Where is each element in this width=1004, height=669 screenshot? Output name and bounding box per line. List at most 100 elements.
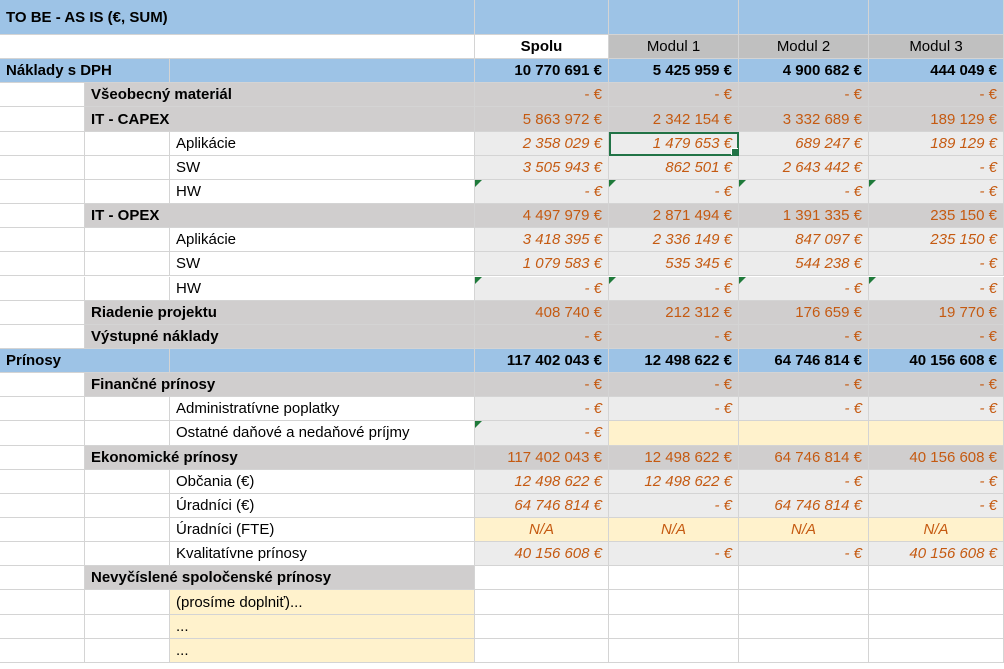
value-cell[interactable]	[739, 590, 869, 615]
indent-cell[interactable]	[0, 493, 85, 518]
value-cell[interactable]: 847 097 €	[739, 228, 869, 253]
indent-cell[interactable]	[85, 397, 170, 422]
value-cell[interactable]	[609, 638, 739, 663]
title-band-cell[interactable]	[869, 0, 1004, 35]
group-label[interactable]: Ekonomické prínosy	[85, 445, 475, 470]
value-cell[interactable]: - €	[869, 155, 1004, 180]
value-cell[interactable]: - €	[739, 324, 869, 349]
value-cell[interactable]: - €	[475, 421, 609, 446]
section-total-cell[interactable]: 4 900 682 €	[739, 59, 869, 84]
value-cell[interactable]: 5 863 972 €	[475, 107, 609, 132]
group-label[interactable]: Nevyčíslené spoločenské prínosy	[85, 566, 475, 591]
value-cell[interactable]: 2 871 494 €	[609, 204, 739, 229]
section-total-cell[interactable]: 117 402 043 €	[475, 348, 609, 374]
value-cell[interactable]: 3 332 689 €	[739, 107, 869, 132]
value-cell[interactable]: - €	[475, 276, 609, 301]
value-cell[interactable]: 212 312 €	[609, 300, 739, 325]
value-cell[interactable]: 64 746 814 €	[739, 493, 869, 518]
item-label[interactable]: Úradníci (€)	[170, 493, 475, 518]
item-label[interactable]: Ostatné daňové a nedaňové príjmy	[170, 421, 475, 446]
section-total-cell[interactable]: 444 049 €	[869, 59, 1004, 84]
selected-cell[interactable]: 1 479 653 €	[609, 131, 739, 156]
indent-cell[interactable]	[85, 228, 170, 253]
column-header-modul-3[interactable]: Modul 3	[869, 35, 1004, 60]
indent-cell[interactable]	[0, 324, 85, 349]
item-label[interactable]: SW	[170, 155, 475, 180]
value-cell[interactable]: 64 746 814 €	[475, 493, 609, 518]
indent-cell[interactable]	[0, 131, 85, 156]
value-cell[interactable]: 235 150 €	[869, 228, 1004, 253]
value-cell[interactable]: - €	[609, 179, 739, 205]
value-cell[interactable]	[739, 638, 869, 663]
value-cell[interactable]: N/A	[869, 518, 1004, 543]
group-label[interactable]: Výstupné náklady	[85, 324, 475, 349]
value-cell[interactable]: - €	[609, 324, 739, 349]
value-cell[interactable]: - €	[739, 469, 869, 494]
value-cell[interactable]: 3 418 395 €	[475, 228, 609, 253]
section-total-cell[interactable]: 10 770 691 €	[475, 59, 609, 84]
group-label[interactable]: IT - CAPEX	[85, 107, 475, 132]
column-header-modul-1[interactable]: Modul 1	[609, 35, 739, 60]
indent-cell[interactable]	[85, 421, 170, 446]
indent-cell[interactable]	[0, 83, 85, 108]
value-cell[interactable]	[869, 566, 1004, 591]
value-cell[interactable]: - €	[869, 83, 1004, 108]
value-cell[interactable]	[609, 590, 739, 615]
value-cell[interactable]: - €	[869, 493, 1004, 518]
value-cell[interactable]: N/A	[739, 518, 869, 543]
section-label[interactable]: Náklady s DPH	[0, 59, 170, 84]
value-cell[interactable]: 689 247 €	[739, 131, 869, 156]
value-cell[interactable]: N/A	[475, 518, 609, 543]
value-cell[interactable]: 40 156 608 €	[475, 542, 609, 567]
value-cell[interactable]: - €	[739, 179, 869, 205]
value-cell[interactable]: - €	[475, 373, 609, 398]
section-total-cell[interactable]: 12 498 622 €	[609, 348, 739, 374]
value-cell[interactable]: N/A	[609, 518, 739, 543]
value-cell[interactable]: - €	[869, 252, 1004, 277]
value-cell[interactable]: 2 336 149 €	[609, 228, 739, 253]
input-label[interactable]: ...	[170, 638, 475, 663]
value-cell[interactable]	[869, 614, 1004, 639]
sheet-title[interactable]: TO BE - AS IS (€, SUM)	[0, 0, 475, 35]
indent-cell[interactable]	[0, 469, 85, 494]
value-cell[interactable]: - €	[475, 397, 609, 422]
value-cell[interactable]: - €	[739, 542, 869, 567]
indent-cell[interactable]	[0, 421, 85, 446]
value-cell[interactable]: 12 498 622 €	[609, 469, 739, 494]
indent-cell[interactable]	[0, 397, 85, 422]
input-label[interactable]: (prosíme doplniť)...	[170, 590, 475, 615]
indent-cell[interactable]	[85, 179, 170, 205]
column-header-spolu[interactable]: Spolu	[475, 35, 609, 60]
value-cell[interactable]: - €	[609, 373, 739, 398]
value-cell[interactable]: - €	[609, 493, 739, 518]
value-cell[interactable]: - €	[869, 276, 1004, 301]
value-cell[interactable]: 3 505 943 €	[475, 155, 609, 180]
item-label[interactable]: Aplikácie	[170, 131, 475, 156]
section-label[interactable]: Prínosy	[0, 348, 170, 374]
value-cell[interactable]	[609, 421, 739, 446]
value-cell[interactable]: 176 659 €	[739, 300, 869, 325]
value-cell[interactable]: 40 156 608 €	[869, 445, 1004, 470]
value-cell[interactable]: - €	[869, 373, 1004, 398]
indent-cell[interactable]	[0, 155, 85, 180]
value-cell[interactable]: 2 643 442 €	[739, 155, 869, 180]
section-total-cell[interactable]: 40 156 608 €	[869, 348, 1004, 374]
indent-cell[interactable]	[0, 252, 85, 277]
group-label[interactable]: Riadenie projektu	[85, 300, 475, 325]
value-cell[interactable]	[609, 566, 739, 591]
indent-cell[interactable]	[0, 300, 85, 325]
value-cell[interactable]	[475, 614, 609, 639]
value-cell[interactable]: 1 079 583 €	[475, 252, 609, 277]
value-cell[interactable]	[475, 638, 609, 663]
item-label[interactable]: SW	[170, 252, 475, 277]
title-band-cell[interactable]	[609, 0, 739, 35]
value-cell[interactable]: 408 740 €	[475, 300, 609, 325]
value-cell[interactable]: - €	[475, 324, 609, 349]
indent-cell[interactable]	[85, 638, 170, 663]
value-cell[interactable]: 535 345 €	[609, 252, 739, 277]
indent-cell[interactable]	[85, 614, 170, 639]
value-cell[interactable]: - €	[869, 397, 1004, 422]
title-band-cell[interactable]	[475, 0, 609, 35]
indent-cell[interactable]	[0, 566, 85, 591]
value-cell[interactable]: - €	[739, 83, 869, 108]
